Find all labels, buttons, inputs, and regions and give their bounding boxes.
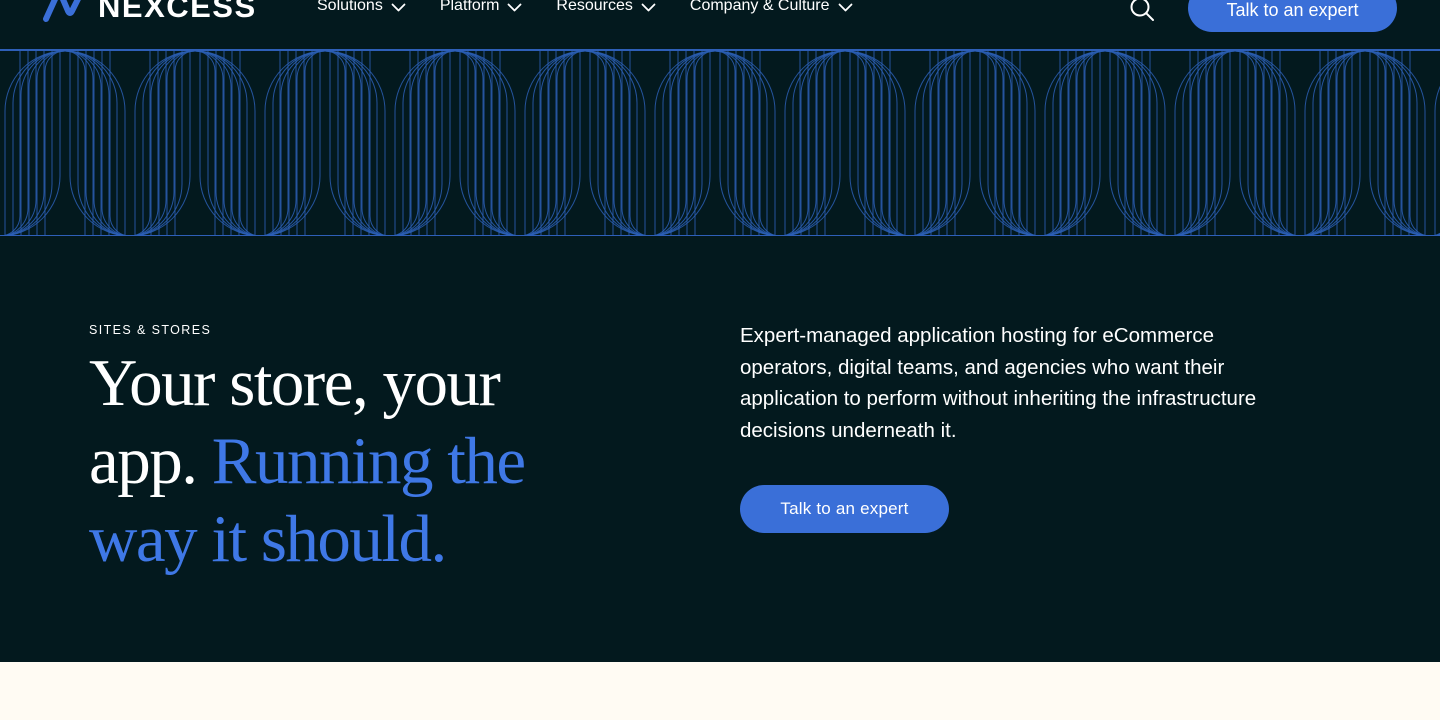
- decorative-pattern-band: [0, 51, 1440, 236]
- hero-description: Expert-managed application hosting for e…: [740, 324, 1257, 442]
- brand-name: NEXCESS: [98, 0, 257, 24]
- hero-talk-to-expert-button[interactable]: Talk to an expert: [740, 485, 949, 533]
- main-menu: Solutions Platform Resources Company & C…: [317, 0, 887, 15]
- menu-item-label: Company & Culture: [689, 0, 830, 14]
- menu-item-label: Platform: [439, 0, 500, 14]
- menu-item-solutions[interactable]: Solutions: [317, 0, 406, 15]
- hero-section: SITES & STORES Your store, your app. Run…: [0, 236, 1440, 662]
- hero-eyebrow: SITES & STORES: [89, 323, 212, 337]
- chevron-down-icon: [507, 3, 522, 12]
- nexcess-logo-icon: [42, 0, 88, 23]
- menu-item-resources[interactable]: Resources: [556, 0, 656, 15]
- hero-headline: Your store, your app. Running the way it…: [89, 344, 609, 578]
- talk-to-expert-button[interactable]: Talk to an expert: [1188, 0, 1397, 32]
- page: NEXCESS Solutions Platform Resources Com…: [0, 0, 1440, 720]
- brand-logo[interactable]: NEXCESS: [42, 0, 257, 26]
- menu-item-company-culture[interactable]: Company & Culture: [690, 0, 853, 15]
- chevron-down-icon: [838, 3, 853, 12]
- search-icon[interactable]: [1129, 0, 1155, 22]
- menu-item-platform[interactable]: Platform: [440, 0, 523, 15]
- top-navigation: NEXCESS Solutions Platform Resources Com…: [0, 0, 1440, 51]
- menu-item-label: Solutions: [317, 0, 383, 14]
- menu-item-label: Resources: [556, 0, 633, 14]
- chevron-down-icon: [391, 3, 406, 12]
- next-section: [0, 662, 1440, 720]
- chevron-down-icon: [641, 3, 656, 12]
